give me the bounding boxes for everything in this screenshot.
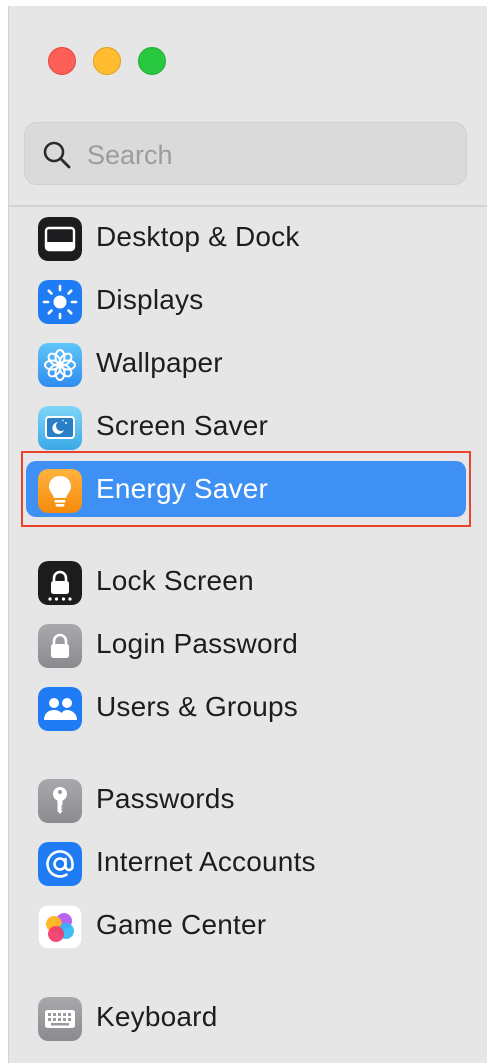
sidebar-item-game-center[interactable]: Game Center xyxy=(26,897,466,953)
sidebar-item-label: Users & Groups xyxy=(96,691,298,722)
settings-sidebar: Desktop & Dock Displays xyxy=(8,6,487,1063)
search-icon xyxy=(41,139,73,171)
sidebar-item-label: Game Center xyxy=(96,909,267,940)
selection-highlight-outline xyxy=(21,451,471,527)
search-input[interactable] xyxy=(85,133,449,177)
screen-saver-icon xyxy=(38,406,82,450)
sidebar-item-displays[interactable]: Displays xyxy=(26,272,466,328)
sidebar-item-label: Keyboard xyxy=(96,1001,218,1032)
sidebar-item-label: Desktop & Dock xyxy=(96,221,300,252)
game-center-icon xyxy=(38,905,82,949)
sidebar-item-passwords[interactable]: Passwords xyxy=(26,771,466,827)
login-password-icon xyxy=(38,624,82,668)
sidebar-item-login-password[interactable]: Login Password xyxy=(26,616,466,672)
users-groups-icon xyxy=(38,687,82,731)
zoom-window-button[interactable] xyxy=(138,47,166,75)
search-field[interactable] xyxy=(24,122,467,185)
sidebar-item-label: Displays xyxy=(96,284,204,315)
minimize-window-button[interactable] xyxy=(93,47,121,75)
wallpaper-icon xyxy=(38,343,82,387)
sidebar-item-label: Internet Accounts xyxy=(96,846,316,877)
displays-icon xyxy=(38,280,82,324)
desktop-dock-icon xyxy=(38,217,82,261)
passwords-icon xyxy=(38,779,82,823)
keyboard-icon xyxy=(38,997,82,1041)
sidebar-item-wallpaper[interactable]: Wallpaper xyxy=(26,335,466,391)
sidebar-item-label: Lock Screen xyxy=(96,565,254,596)
sidebar-item-desktop-dock[interactable]: Desktop & Dock xyxy=(26,209,466,265)
lock-screen-icon xyxy=(38,561,82,605)
sidebar-item-lock-screen[interactable]: Lock Screen xyxy=(26,553,466,609)
sidebar-divider xyxy=(9,205,487,207)
sidebar-item-label: Screen Saver xyxy=(96,410,269,441)
sidebar-item-users-groups[interactable]: Users & Groups xyxy=(26,679,466,735)
sidebar-item-internet-accounts[interactable]: Internet Accounts xyxy=(26,834,466,890)
sidebar-item-screen-saver[interactable]: Screen Saver xyxy=(26,398,466,454)
sidebar-item-label: Passwords xyxy=(96,783,235,814)
internet-accounts-icon xyxy=(38,842,82,886)
sidebar-item-label: Wallpaper xyxy=(96,347,223,378)
sidebar-item-label: Login Password xyxy=(96,628,299,659)
sidebar-item-keyboard[interactable]: Keyboard xyxy=(26,989,466,1045)
close-window-button[interactable] xyxy=(48,47,76,75)
